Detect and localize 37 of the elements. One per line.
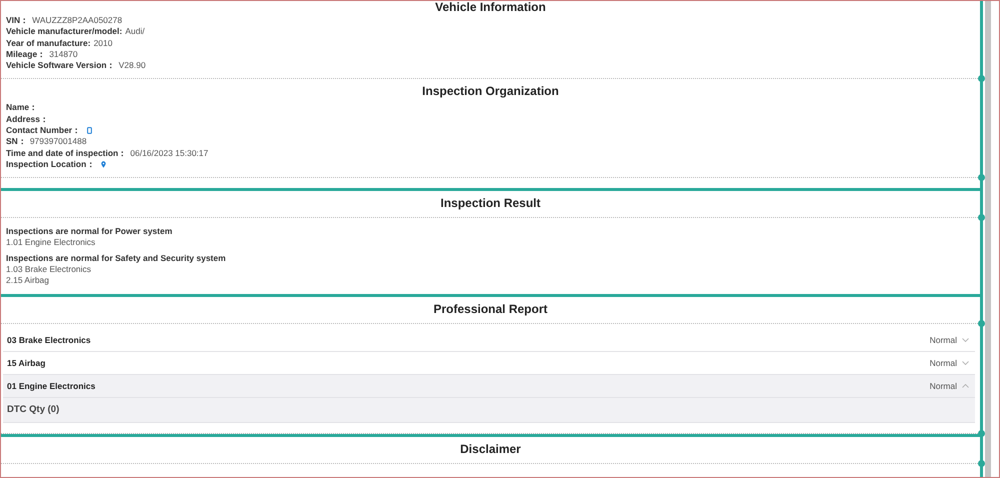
field-value: 979397001488 xyxy=(30,136,87,148)
result-item: 1.01 Engine Electronics xyxy=(6,237,96,248)
field-label: Inspection Location： xyxy=(6,158,96,170)
section-title: Inspection Result xyxy=(439,195,542,212)
field-value: Audi/ xyxy=(125,26,145,38)
field-label: Vehicle Software Version： xyxy=(6,60,116,72)
chevron-up-icon xyxy=(962,384,969,388)
field-value: 06/16/2023 15:30:17 xyxy=(130,148,208,159)
field-label: Time and date of inspection： xyxy=(6,148,128,159)
section-title: Vehicle Information xyxy=(434,1,547,14)
section-title: Professional Report xyxy=(432,301,549,318)
section-title: Inspection Organization xyxy=(421,83,560,100)
chevron-down-icon xyxy=(962,338,969,342)
result-heading: Inspections are normal for Power system xyxy=(6,226,174,238)
field-label: VIN： xyxy=(6,15,30,26)
field-value: WAUZZZ8P2AA050278 xyxy=(32,15,122,26)
field-label: Name： xyxy=(6,102,38,114)
section-title: Disclaimer xyxy=(459,441,522,458)
result-item: 2.15 Airbag xyxy=(6,275,50,286)
report-row[interactable]: 01 Engine Electronics Normal xyxy=(3,375,975,398)
field-label: Vehicle manufacturer/model: xyxy=(6,26,122,38)
chevron-down-icon xyxy=(962,361,969,366)
result-heading: Inspections are normal for Safety and Security system xyxy=(6,253,227,264)
location-pin-icon[interactable] xyxy=(101,161,106,168)
phone-icon[interactable] xyxy=(87,127,92,134)
field-label: SN： xyxy=(6,136,27,148)
field-value: 314870 xyxy=(49,48,78,60)
field-label: Address： xyxy=(6,114,50,126)
dtc-quantity: DTC Qty (0) xyxy=(3,398,975,424)
field-label: Mileage： xyxy=(6,48,46,60)
field-label: Contact Number： xyxy=(6,125,82,136)
field-value: 2010 xyxy=(94,38,112,49)
scrollbar[interactable] xyxy=(985,1,991,477)
field-value: V28.90 xyxy=(118,60,146,72)
report-row[interactable]: 03 Brake Electronics Normal xyxy=(3,329,975,352)
field-label: Year of manufacture: xyxy=(6,38,91,49)
result-item: 1.03 Brake Electronics xyxy=(6,264,92,276)
